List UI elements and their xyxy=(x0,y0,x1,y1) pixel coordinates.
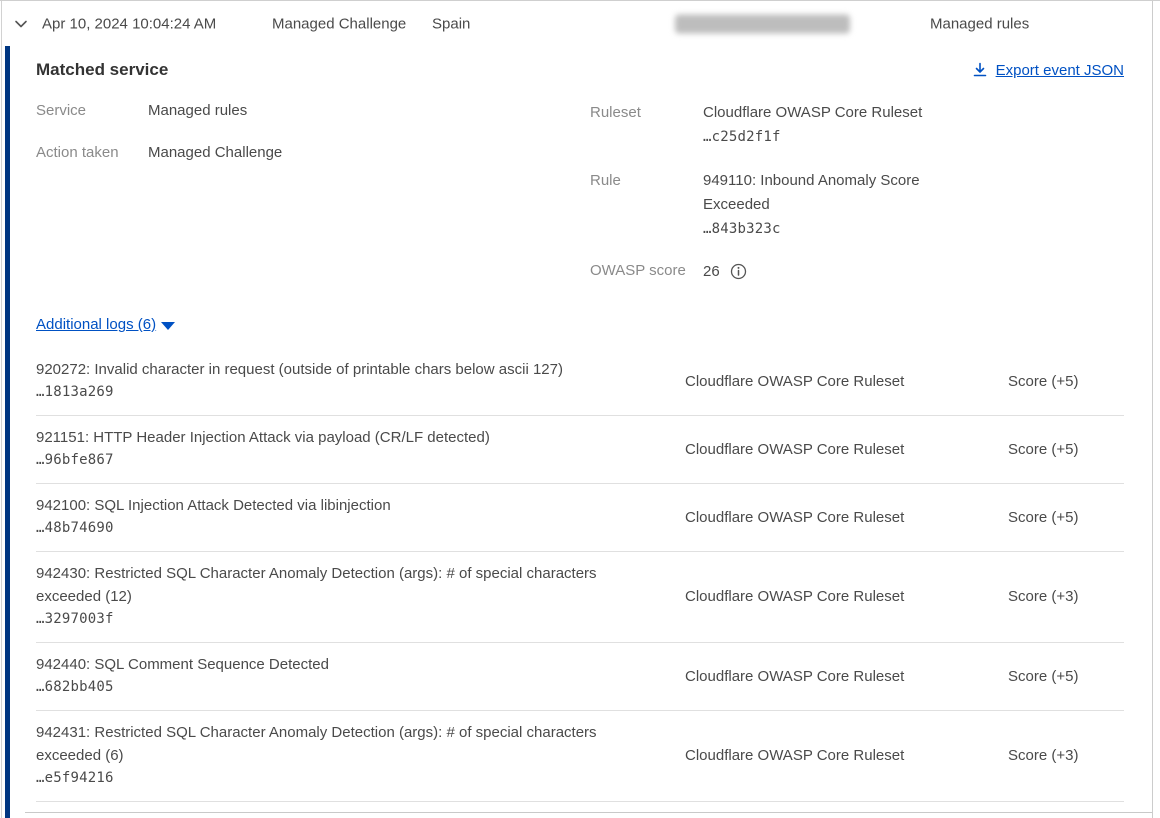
log-ruleset: Cloudflare OWASP Core Ruleset xyxy=(685,509,1008,526)
log-score: Score (+5) xyxy=(1008,509,1124,526)
additional-logs-label: Additional logs (6) xyxy=(36,315,156,335)
action-taken-field: Action taken Managed Challenge xyxy=(36,143,282,163)
page-title: Matched service xyxy=(36,57,168,83)
log-rule-hash: …3297003f xyxy=(36,608,653,631)
matched-service-details: Service Managed rules Action taken Manag… xyxy=(36,101,1124,291)
ruleset-value: Cloudflare OWASP Core Ruleset …c25d2f1f xyxy=(703,101,958,149)
log-row: 942440: SQL Comment Sequence Detected …6… xyxy=(36,643,1124,711)
event-action: Managed Challenge xyxy=(272,15,406,32)
log-score: Score (+5) xyxy=(1008,373,1124,390)
log-ruleset: Cloudflare OWASP Core Ruleset xyxy=(685,373,1008,390)
log-rule-title: 942440: SQL Comment Sequence Detected xyxy=(36,653,653,676)
card-left-border xyxy=(1,1,2,818)
log-rule-description: 942430: Restricted SQL Character Anomaly… xyxy=(36,562,685,631)
service-value: Managed rules xyxy=(148,101,247,121)
rule-field: Rule 949110: Inbound Anomaly Score Excee… xyxy=(590,169,1010,241)
log-rule-title: 921151: HTTP Header Injection Attack via… xyxy=(36,426,653,449)
redacted-value xyxy=(675,14,850,33)
log-rule-title: 920272: Invalid character in request (ou… xyxy=(36,358,653,381)
log-ruleset: Cloudflare OWASP Core Ruleset xyxy=(685,668,1008,685)
additional-logs-table: 920272: Invalid character in request (ou… xyxy=(36,348,1124,802)
log-score: Score (+3) xyxy=(1008,588,1124,605)
log-score: Score (+3) xyxy=(1008,747,1124,764)
log-rule-description: 920272: Invalid character in request (ou… xyxy=(36,358,685,404)
log-rule-title: 942100: SQL Injection Attack Detected vi… xyxy=(36,494,653,517)
event-detail-card: Apr 10, 2024 10:04:24 AM Managed Challen… xyxy=(0,0,1160,818)
log-rule-title: 942431: Restricted SQL Character Anomaly… xyxy=(36,721,653,767)
ruleset-name: Cloudflare OWASP Core Ruleset xyxy=(703,104,922,121)
info-icon[interactable] xyxy=(730,263,747,280)
event-timestamp: Apr 10, 2024 10:04:24 AM xyxy=(42,15,216,32)
log-rule-description: 921151: HTTP Header Injection Attack via… xyxy=(36,426,685,472)
ruleset-field: Ruleset Cloudflare OWASP Core Ruleset …c… xyxy=(590,101,1010,149)
service-field: Service Managed rules xyxy=(36,101,282,121)
log-rule-hash: …1813a269 xyxy=(36,381,653,404)
rule-hash: …843b323c xyxy=(703,221,781,237)
rule-value: 949110: Inbound Anomaly Score Exceeded …… xyxy=(703,169,958,241)
log-rule-hash: …682bb405 xyxy=(36,676,653,699)
log-ruleset: Cloudflare OWASP Core Ruleset xyxy=(685,747,1008,764)
event-summary-row[interactable]: Apr 10, 2024 10:04:24 AM Managed Challen… xyxy=(0,1,1160,46)
log-row: 920272: Invalid character in request (ou… xyxy=(36,348,1124,416)
rule-name: 949110: Inbound Anomaly Score Exceeded xyxy=(703,172,920,213)
action-taken-value: Managed Challenge xyxy=(148,143,282,163)
log-rule-hash: …48b74690 xyxy=(36,517,653,540)
log-rule-hash: …96bfe867 xyxy=(36,449,653,472)
owasp-score-label: OWASP score xyxy=(590,261,703,281)
details-right-column: Ruleset Cloudflare OWASP Core Ruleset …c… xyxy=(590,101,1010,301)
panel-header: Matched service Export event JSON xyxy=(36,46,1124,83)
log-row: 942430: Restricted SQL Character Anomaly… xyxy=(36,552,1124,643)
triangle-down-icon xyxy=(161,322,175,330)
table-bottom-border xyxy=(25,812,1152,813)
log-rule-description: 942100: SQL Injection Attack Detected vi… xyxy=(36,494,685,540)
chevron-down-icon[interactable] xyxy=(12,15,30,33)
event-country: Spain xyxy=(432,15,470,32)
ruleset-label: Ruleset xyxy=(590,101,703,149)
export-event-json-link[interactable]: Export event JSON xyxy=(972,62,1124,79)
service-label: Service xyxy=(36,101,148,121)
log-rule-hash: …e5f94216 xyxy=(36,767,653,790)
ruleset-hash: …c25d2f1f xyxy=(703,129,781,145)
additional-logs-toggle[interactable]: Additional logs (6) xyxy=(36,315,175,335)
log-score: Score (+5) xyxy=(1008,668,1124,685)
log-rule-description: 942431: Restricted SQL Character Anomaly… xyxy=(36,721,685,790)
log-row: 921151: HTTP Header Injection Attack via… xyxy=(36,416,1124,484)
rule-label: Rule xyxy=(590,169,703,241)
log-score: Score (+5) xyxy=(1008,441,1124,458)
event-detail-body: Matched service Export event JSON Servic… xyxy=(36,46,1124,813)
log-rule-description: 942440: SQL Comment Sequence Detected …6… xyxy=(36,653,685,699)
expanded-row-accent-bar xyxy=(5,46,10,818)
card-right-border xyxy=(1152,1,1153,818)
download-icon xyxy=(972,62,988,78)
log-row: 942100: SQL Injection Attack Detected vi… xyxy=(36,484,1124,552)
log-ruleset: Cloudflare OWASP Core Ruleset xyxy=(685,588,1008,605)
log-ruleset: Cloudflare OWASP Core Ruleset xyxy=(685,441,1008,458)
action-taken-label: Action taken xyxy=(36,143,148,163)
details-left-column: Service Managed rules Action taken Manag… xyxy=(36,101,282,185)
owasp-score-value: 26 xyxy=(703,263,720,280)
export-event-json-label: Export event JSON xyxy=(996,62,1124,79)
log-rule-title: 942430: Restricted SQL Character Anomaly… xyxy=(36,562,653,608)
event-service: Managed rules xyxy=(930,15,1029,32)
log-row: 942431: Restricted SQL Character Anomaly… xyxy=(36,711,1124,802)
owasp-score-field: OWASP score 26 xyxy=(590,261,1010,281)
